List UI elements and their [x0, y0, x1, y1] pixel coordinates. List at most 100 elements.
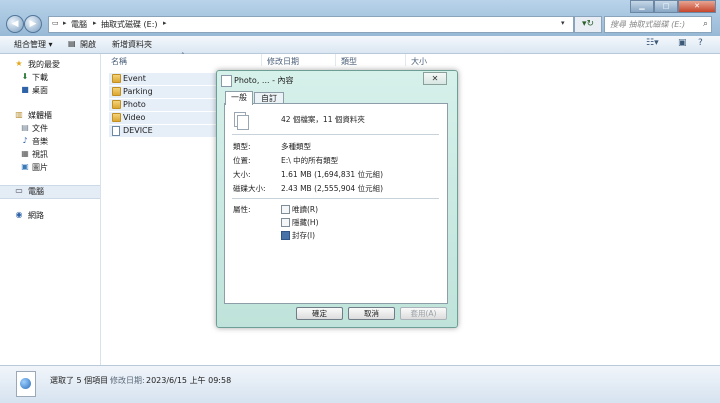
document-icon [221, 75, 232, 87]
disk-size-label: 磁碟大小: [233, 184, 266, 193]
view-options-icon[interactable]: ☷▾ [646, 38, 659, 48]
column-header-modified[interactable]: 修改日期 [267, 56, 299, 67]
search-placeholder: 搜尋 抽取式磁碟 (E:) [610, 20, 686, 29]
modified-value: 2023/6/15 上午 09:58 [146, 376, 232, 385]
column-header-type[interactable]: 類型 [341, 56, 357, 67]
disk-size-value: 2.43 MB (2,555,904 位元組) [281, 184, 383, 193]
chevron-right-icon: ▸ [63, 19, 67, 27]
readonly-checkbox[interactable] [281, 205, 290, 214]
address-bar[interactable]: ▭ ▸ 電腦 ▸ 抽取式磁碟 (E:) ▸ ▾ [48, 16, 574, 33]
sidebar-item-favorites[interactable]: ★ 我的最愛 [0, 59, 100, 71]
hidden-label: 隱藏(H) [292, 218, 319, 227]
selection-count: 選取了 5 個項目 [50, 376, 109, 385]
refresh-button[interactable]: ▾↻ [574, 16, 602, 33]
breadcrumb-drive[interactable]: 抽取式磁碟 (E:) [101, 19, 158, 30]
music-icon: ♪ [22, 136, 28, 145]
folder-icon [112, 113, 121, 122]
dialog-title: Photo, ... - 內容 [234, 76, 294, 85]
summary-text: 42 個檔案，11 個資料夾 [281, 115, 365, 124]
sidebar-item-documents[interactable]: ▤ 文件 [0, 123, 100, 135]
open-button[interactable]: 開啟 [80, 39, 96, 50]
readonly-label: 唯讀(R) [292, 205, 319, 214]
cancel-button[interactable]: 取消 [348, 307, 395, 320]
file-row-parking[interactable]: Parking [109, 86, 217, 98]
hidden-checkbox[interactable] [281, 218, 290, 227]
open-folder-icon: ▤ [68, 39, 76, 48]
explorer-window: ▁ □ ✕ ◀ ▶ ▭ ▸ 電腦 ▸ 抽取式磁碟 (E:) ▸ ▾ ▾↻ 搜尋 … [0, 0, 720, 403]
sidebar-item-desktop[interactable]: ■ 桌面 [0, 85, 100, 97]
chevron-down-icon[interactable]: ▾ [561, 19, 565, 27]
chevron-right-icon: ▸ [93, 19, 97, 27]
title-bar: ▁ □ ✕ ◀ ▶ ▭ ▸ 電腦 ▸ 抽取式磁碟 (E:) ▸ ▾ ▾↻ 搜尋 … [0, 0, 720, 36]
picture-icon: ▣ [21, 162, 29, 171]
location-value: E:\ 中的所有類型 [281, 156, 339, 165]
sidebar-item-network[interactable]: ◉ 網路 [0, 210, 100, 222]
maximize-button[interactable]: □ [654, 0, 678, 13]
file-row-photo[interactable]: Photo [109, 99, 217, 111]
library-icon: ▥ [15, 110, 23, 119]
sort-up-icon: ˄ [181, 52, 185, 60]
new-folder-button[interactable]: 新增資料夾 [112, 39, 152, 50]
column-header-size[interactable]: 大小 [411, 56, 427, 67]
multiple-files-icon [234, 112, 249, 130]
sidebar-item-libraries[interactable]: ▥ 媒體櫃 [0, 110, 100, 122]
search-input[interactable]: 搜尋 抽取式磁碟 (E:) ⌕ [604, 16, 712, 33]
tab-general[interactable]: 一般 [225, 91, 253, 105]
archive-checkbox[interactable] [281, 231, 290, 240]
breadcrumb-computer[interactable]: 電腦 [71, 19, 87, 30]
file-row-event[interactable]: Event [109, 73, 217, 85]
sidebar-item-downloads[interactable]: ⬇ 下載 [0, 72, 100, 84]
network-icon: ◉ [15, 210, 23, 219]
archive-label: 封存(I) [292, 231, 316, 240]
dialog-close-button[interactable]: ✕ [423, 72, 447, 85]
folder-icon [112, 74, 121, 83]
size-label: 大小: [233, 170, 251, 179]
organize-button[interactable]: 組合管理 ▾ [14, 39, 53, 50]
attributes-label: 屬性: [233, 205, 251, 214]
help-icon[interactable]: ? [698, 38, 703, 48]
sidebar-item-pictures[interactable]: ▣ 圖片 [0, 162, 100, 174]
star-icon: ★ [15, 59, 23, 68]
ok-button[interactable]: 確定 [296, 307, 343, 320]
sidebar-item-videos[interactable]: ▦ 視訊 [0, 149, 100, 161]
general-tab-panel: 42 個檔案，11 個資料夾 類型: 多種類型 位置: E:\ 中的所有類型 大… [224, 103, 448, 304]
apply-button[interactable]: 套用(A) [400, 307, 447, 320]
properties-dialog: Photo, ... - 內容 ✕ 一般 自訂 42 個檔案，11 個資料夾 類… [216, 70, 458, 328]
details-pane: 選取了 5 個項目 修改日期: 2023/6/15 上午 09:58 [0, 365, 720, 403]
type-value: 多種類型 [281, 142, 311, 151]
chevron-right-icon: ▸ [163, 19, 167, 27]
divider [232, 198, 439, 199]
minimize-button[interactable]: ▁ [630, 0, 654, 13]
file-row-video[interactable]: Video [109, 112, 217, 124]
modified-label: 修改日期: [110, 376, 145, 385]
computer-icon: ▭ [52, 19, 59, 27]
column-header-name[interactable]: 名稱 [111, 56, 127, 67]
download-icon: ⬇ [21, 72, 29, 81]
type-label: 類型: [233, 142, 251, 151]
preview-pane-icon[interactable]: ▣ [678, 38, 687, 48]
computer-icon: ▭ [15, 186, 23, 195]
column-divider[interactable] [405, 54, 406, 66]
command-bar: 組合管理 ▾ ▤ 開啟 新增資料夾 ☷▾ ▣ ? [0, 36, 720, 54]
video-icon: ▦ [21, 149, 29, 158]
back-button[interactable]: ◀ [6, 15, 24, 33]
document-icon: ▤ [21, 123, 29, 132]
close-button[interactable]: ✕ [678, 0, 716, 13]
navigation-pane: ★ 我的最愛 ⬇ 下載 ■ 桌面 ▥ 媒體櫃 ▤ 文件 ♪ 音樂 ▦ 視訊 ▣ [0, 54, 101, 365]
divider [232, 134, 439, 135]
size-value: 1.61 MB (1,694,831 位元組) [281, 170, 383, 179]
folder-icon [112, 87, 121, 96]
window-controls: ▁ □ ✕ [630, 0, 716, 13]
column-divider[interactable] [335, 54, 336, 66]
column-divider[interactable] [261, 54, 262, 66]
file-row-device[interactable]: DEVICE [109, 125, 217, 137]
folder-icon [112, 100, 121, 109]
search-icon: ⌕ [702, 19, 708, 29]
desktop-icon: ■ [21, 85, 29, 94]
sidebar-item-computer[interactable]: ▭ 電腦 [0, 185, 100, 199]
multiple-items-icon [16, 371, 36, 397]
location-label: 位置: [233, 156, 251, 165]
forward-button[interactable]: ▶ [24, 15, 42, 33]
file-icon [112, 126, 120, 136]
sidebar-item-music[interactable]: ♪ 音樂 [0, 136, 100, 148]
